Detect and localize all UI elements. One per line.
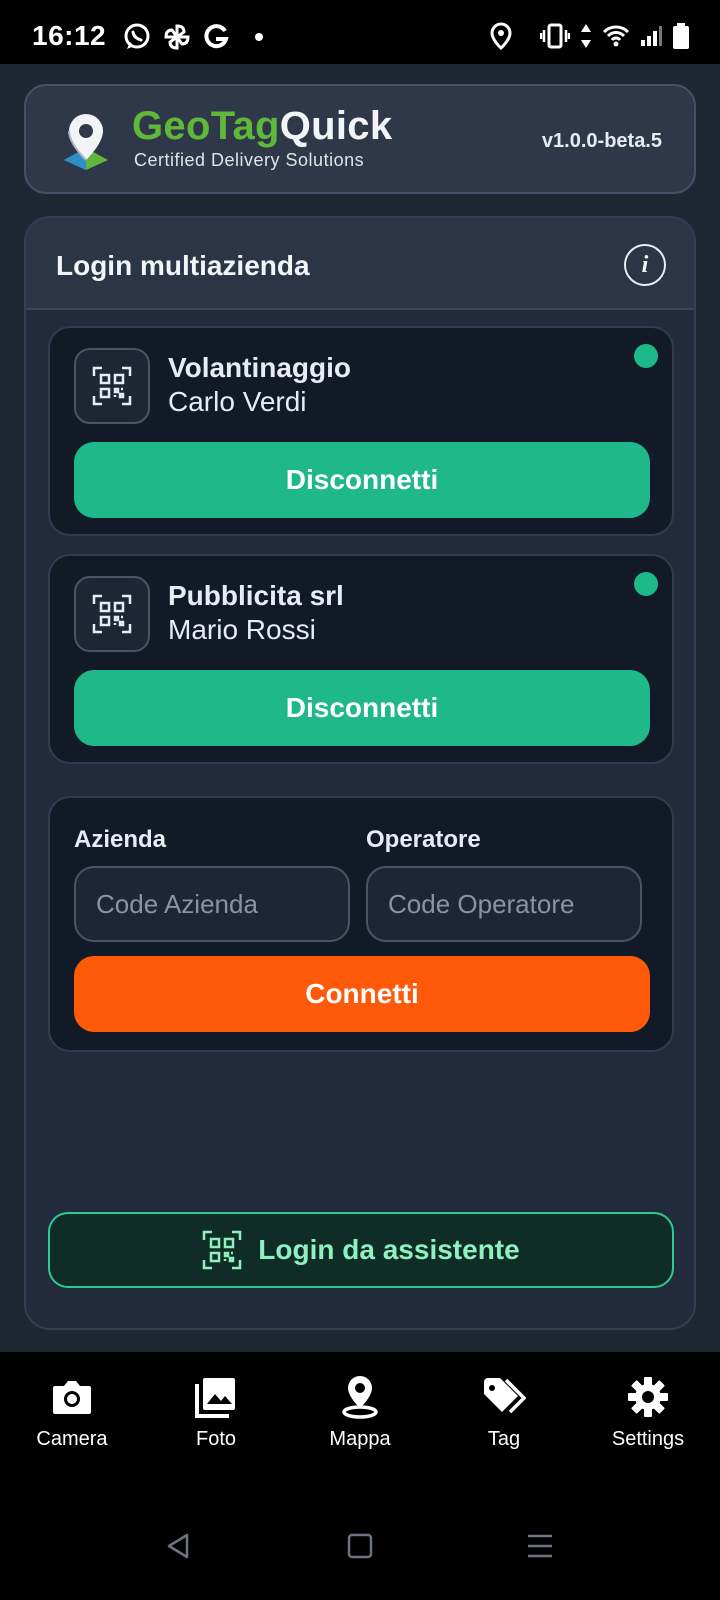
info-icon: i — [641, 251, 649, 278]
nav-mappa[interactable]: Mappa — [288, 1374, 432, 1464]
company-name: Pubblicita srl — [168, 580, 344, 611]
google-icon — [202, 23, 230, 51]
nav-label: Camera — [36, 1428, 108, 1450]
operator-name: Mario Rossi — [168, 614, 316, 645]
page-title: Login multiazienda — [56, 250, 310, 281]
nav-label: Foto — [195, 1428, 237, 1450]
qr-code-icon — [74, 576, 150, 652]
operatore-code-input[interactable] — [366, 866, 642, 942]
operatore-label: Operatore — [366, 826, 481, 853]
operator-name: Carlo Verdi — [168, 386, 307, 417]
company-card: Pubblicita srl Mario Rossi Disconnetti — [48, 554, 674, 764]
qr-scan-icon — [202, 1230, 242, 1270]
signal-icon — [640, 25, 662, 47]
map-pin-icon — [341, 1374, 379, 1420]
pinwheel-icon — [162, 22, 192, 52]
vibrate-icon — [540, 23, 570, 49]
photos-icon — [195, 1374, 237, 1420]
menu-icon[interactable] — [520, 1526, 560, 1566]
panel-header: Login multiazienda i — [26, 218, 694, 310]
dot-icon — [254, 32, 264, 42]
brand-subtitle: Certified Delivery Solutions — [134, 150, 365, 170]
location-icon — [490, 22, 512, 50]
camera-icon — [51, 1374, 93, 1420]
wifi-icon — [602, 24, 630, 48]
bottom-nav: Camera Foto Mappa Tag Settings — [0, 1352, 720, 1600]
nav-tag[interactable]: Tag — [432, 1374, 576, 1464]
tag-icon — [482, 1374, 526, 1420]
nav-label: Tag — [487, 1428, 521, 1450]
nav-label: Mappa — [329, 1428, 391, 1450]
company-name: Volantinaggio — [168, 352, 352, 383]
azienda-label: Azienda — [74, 826, 167, 853]
system-nav — [0, 1526, 720, 1566]
company-card: Volantinaggio Carlo Verdi Disconnetti — [48, 326, 674, 536]
login-panel: Login multiazienda i Volantinaggio Carlo… — [24, 216, 696, 1330]
home-icon[interactable] — [340, 1526, 380, 1566]
info-button[interactable]: i — [624, 244, 666, 286]
connected-status-dot — [634, 572, 658, 596]
brand-name: GeoTagQuick — [132, 104, 392, 149]
gear-icon — [627, 1374, 669, 1420]
nav-settings[interactable]: Settings — [576, 1374, 720, 1464]
connect-form: Azienda Operatore Connetti — [48, 796, 674, 1052]
nav-foto[interactable]: Foto — [144, 1374, 288, 1464]
qr-code-icon — [74, 348, 150, 424]
status-bar: 16:12 — [0, 0, 720, 64]
azienda-code-input[interactable] — [74, 866, 350, 942]
logo-icon — [60, 110, 112, 177]
assistant-login-label: Login da assistente — [258, 1234, 520, 1265]
connected-status-dot — [634, 344, 658, 368]
battery-icon — [672, 22, 690, 50]
status-time: 16:12 — [32, 20, 107, 51]
app-header: GeoTagQuick Certified Delivery Solutions… — [24, 84, 696, 194]
nav-camera[interactable]: Camera — [0, 1374, 144, 1464]
connect-button[interactable]: Connetti — [74, 956, 650, 1032]
brand-name-part1: GeoTag — [132, 104, 280, 148]
assistant-login-button[interactable]: Login da assistente — [48, 1212, 674, 1288]
brand-name-part2: Quick — [279, 104, 393, 148]
whatsapp-icon — [122, 22, 152, 52]
back-icon[interactable] — [158, 1526, 198, 1566]
version-label: v1.0.0-beta.5 — [541, 130, 662, 152]
nav-label: Settings — [611, 1428, 685, 1450]
disconnect-button[interactable]: Disconnetti — [74, 442, 650, 518]
data-arrows-icon — [580, 23, 592, 49]
disconnect-button[interactable]: Disconnetti — [74, 670, 650, 746]
